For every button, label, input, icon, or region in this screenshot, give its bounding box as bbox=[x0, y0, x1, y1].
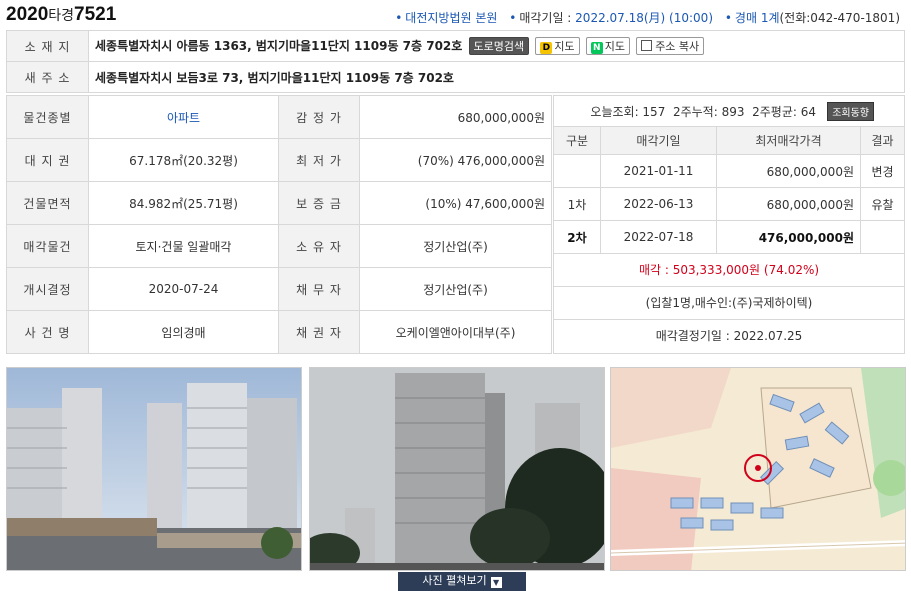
sale-result: 매각 : 503,333,000원 (74.02%) bbox=[554, 254, 904, 287]
location-value: 세종특별자치시 아름동 1363, 범지기마을11단지 1109동 7층 702… bbox=[88, 30, 905, 62]
sale-percent: (74.02%) bbox=[763, 263, 820, 277]
property-type-link[interactable]: 아파트 bbox=[88, 95, 279, 139]
info-row: 물건종별 아파트 감 정 가 680,000,000원 bbox=[6, 95, 552, 139]
apartment-photo-image bbox=[310, 368, 604, 570]
dept-name: 경매 1계 bbox=[734, 11, 780, 25]
road-name-search-button[interactable]: 도로명검색 bbox=[468, 37, 530, 56]
sale-date: 2022.07.18(月) (10:00) bbox=[575, 11, 714, 25]
decision-date: 매각결정기일 : 2022.07.25 bbox=[655, 329, 803, 343]
copy-icon bbox=[641, 40, 653, 52]
property-photo-2[interactable] bbox=[309, 367, 605, 571]
info-row: 대 지 권 67.178㎡(20.32평) 최 저 가 (70%) 476,00… bbox=[6, 138, 552, 182]
property-info-table: 물건종별 아파트 감 정 가 680,000,000원 대 지 권 67.178… bbox=[6, 95, 552, 354]
auction-history-panel: 오늘조회: 157 2주누적: 893 2주평균: 64 조회동향 구분 매각기… bbox=[553, 95, 905, 354]
naver-icon: N bbox=[590, 42, 603, 55]
history-row: 1차 2022-06-13 680,000,000원 유찰 bbox=[553, 187, 905, 221]
apartment-photo-image bbox=[7, 368, 301, 570]
info-row: 건물면적 84.982㎡(25.71평) 보 증 금 (10%) 47,600,… bbox=[6, 181, 552, 225]
new-address-label: 새 주 소 bbox=[6, 61, 89, 93]
info-row: 개시결정 2020-07-24 채 무 자 정기산업(주) bbox=[6, 267, 552, 311]
sale-amount: 503,333,000원 bbox=[672, 263, 761, 277]
court-info: • 대전지방법원 본원 • 매각기일 : 2022.07.18(月) (10:00)… bbox=[395, 11, 901, 25]
expand-photos-button[interactable]: 사진 펼쳐보기 ▼ bbox=[398, 572, 526, 591]
property-photo-1[interactable] bbox=[6, 367, 302, 571]
bidder-info: (입찰1명,매수인:(주)국제하이텍) bbox=[554, 287, 904, 320]
case-header: 2020타경7521 • 대전지방법원 본원 • 매각기일 : 2022.07.18… bbox=[6, 4, 906, 28]
court-name[interactable]: 대전지방법원 본원 bbox=[405, 11, 497, 25]
chevron-down-icon: ▼ bbox=[490, 577, 502, 588]
kakao-icon: D bbox=[540, 42, 553, 55]
history-row: 2차 2022-07-18 476,000,000원 bbox=[553, 220, 905, 254]
address-table: 소 재 지 세종특별자치시 아름동 1363, 범지기마을11단지 1109동 … bbox=[6, 30, 905, 93]
cadastral-map-image bbox=[611, 368, 905, 570]
location-label: 소 재 지 bbox=[6, 30, 89, 62]
case-number: 2020타경7521 bbox=[6, 4, 117, 25]
history-row: 2021-01-11 680,000,000원 변경 bbox=[553, 154, 905, 188]
new-address-value: 세종특별자치시 보듬3로 73, 범지기마을11단지 1109동 7층 702호 bbox=[88, 61, 905, 93]
info-row: 사 건 명 임의경매 채 권 자 오케이엘앤아이대부(주) bbox=[6, 310, 552, 354]
view-trend-button[interactable]: 조회동향 bbox=[827, 102, 874, 121]
history-header-row: 구분 매각기일 최저매각가격 결과 bbox=[553, 126, 905, 155]
naver-map-button[interactable]: N 지도 bbox=[585, 37, 630, 56]
view-stats: 오늘조회: 157 2주누적: 893 2주평균: 64 조회동향 bbox=[554, 96, 904, 126]
dept-phone: (전화:042-470-1801) bbox=[779, 11, 901, 25]
copy-address-button[interactable]: 주소 복사 bbox=[636, 37, 705, 56]
auction-history-table: 구분 매각기일 최저매각가격 결과 2021-01-11 680,000,000… bbox=[553, 126, 905, 254]
property-map[interactable] bbox=[610, 367, 906, 571]
info-row: 매각물건 토지·건물 일괄매각 소 유 자 정기산업(주) bbox=[6, 224, 552, 268]
kakao-map-button[interactable]: D 지도 bbox=[535, 37, 580, 56]
